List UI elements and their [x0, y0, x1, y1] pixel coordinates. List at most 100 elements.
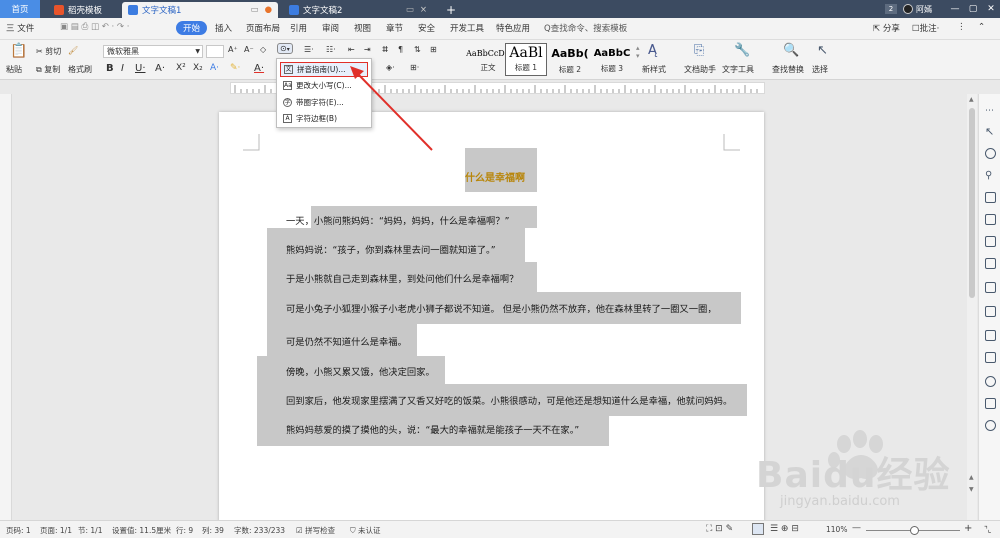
menu-item-change-case[interactable]: Aa 更改大小写(C)... [280, 78, 368, 93]
share-icon[interactable] [985, 398, 996, 409]
tab-home[interactable]: 首页 [0, 0, 40, 18]
quick-access-icons[interactable]: ▣ ▤ ⎙ ◫ ↶ · ↷ · [60, 22, 129, 32]
menu-insert[interactable]: 插入 [215, 22, 232, 34]
grow-font-icon[interactable]: A⁺ [228, 45, 238, 54]
minimize-icon[interactable]: — [946, 4, 964, 14]
window-count-badge[interactable]: 2 [885, 4, 897, 14]
border-icon[interactable]: ⊞· [410, 63, 419, 72]
cursor-icon[interactable]: ↖ [817, 43, 828, 58]
tab-close-icon[interactable]: × [420, 5, 427, 15]
paragraph-line[interactable]: 可是小兔子小狐狸小猴子小老虎小狮子都说不知道。 但是小熊仍然不放弃，他在森林里转… [286, 301, 717, 315]
share-button[interactable]: ⇱ 分享 [873, 22, 900, 34]
help-icon[interactable] [985, 420, 996, 431]
status-word-count[interactable]: 字数: 233/233 [234, 525, 285, 536]
paragraph-line[interactable]: 傍晚，小熊又累又饿，他决定回家。 [286, 364, 435, 378]
slides-icon[interactable] [985, 330, 996, 341]
more-icon[interactable]: ⋮ [957, 22, 966, 32]
format-painter-icon[interactable]: 🖌 [68, 46, 78, 55]
text-effect-a-icon[interactable]: A· [210, 63, 219, 73]
clock-icon[interactable] [985, 376, 996, 387]
menu-file[interactable]: 三 文件 [6, 22, 34, 34]
doc-helper-icon[interactable]: ⎘ [694, 43, 704, 58]
view-mode-icons-2[interactable]: ☰ ⊕ ⊟ [770, 524, 799, 534]
format-painter-button[interactable]: 格式刷 [68, 64, 92, 75]
menu-chapter[interactable]: 章节 [386, 22, 403, 34]
clear-format-icon[interactable]: ◇ [260, 45, 266, 54]
paste-button[interactable]: 粘贴 [6, 64, 22, 75]
scroll-thumb[interactable] [969, 108, 975, 298]
sort-icon[interactable]: ⇅ [414, 45, 421, 54]
zoom-out-icon[interactable]: — [852, 523, 861, 533]
highlight-icon[interactable]: ✎· [230, 63, 240, 73]
vertical-ruler[interactable] [0, 94, 12, 520]
menu-special-apps[interactable]: 特色应用 [496, 22, 530, 34]
doc-helper-button[interactable]: 文档助手 [684, 64, 716, 75]
zoom-level[interactable]: 110% [826, 525, 847, 534]
tab-daoke-templates[interactable]: 稻壳模板 [48, 2, 118, 18]
document-title[interactable]: 什么是幸福啊 [465, 169, 525, 184]
menu-reference[interactable]: 引用 [290, 22, 307, 34]
close-window-icon[interactable]: ✕ [982, 4, 1000, 14]
paragraph-line[interactable]: 熊妈妈说：“孩子，你到森林里去问一圈就知道了。” [286, 242, 496, 256]
list-icon[interactable] [985, 236, 996, 247]
superscript-icon[interactable]: X² [176, 63, 186, 73]
status-page-count[interactable]: 页面: 1/1 [40, 525, 72, 536]
style-heading-3[interactable]: AaBbC 标题 3 [591, 43, 633, 76]
strikethrough-icon[interactable]: A· [155, 63, 165, 74]
paragraph-line[interactable]: 于是小熊就自己走到森林里，到处问他们什么是幸福啊？ [286, 271, 518, 285]
text-tools-button[interactable]: 文字工具 [722, 64, 754, 75]
subscript-icon[interactable]: X₂ [193, 63, 203, 73]
menu-start[interactable]: 开始 [176, 21, 208, 35]
status-page-number[interactable]: 页码: 1 [6, 525, 31, 536]
cut-button[interactable]: ✂ 剪切 [36, 46, 61, 57]
shrink-font-icon[interactable]: A⁻ [244, 45, 254, 54]
select-button[interactable]: 选择 [812, 64, 828, 75]
comment-icon[interactable] [985, 352, 996, 363]
wrench-icon[interactable]: 🔧 [734, 43, 750, 58]
layout-icon[interactable] [985, 214, 996, 225]
bullet-list-icon[interactable]: ☰· [304, 45, 314, 54]
new-style-icon[interactable]: Ą [648, 43, 657, 58]
status-position[interactable]: 设置值: 11.5厘米 [112, 525, 171, 536]
comment-button[interactable]: ☐批注· [912, 22, 939, 34]
menu-view[interactable]: 视图 [354, 22, 371, 34]
show-marks-icon[interactable]: ¶ [398, 45, 403, 54]
paragraph-line[interactable]: 可是仍然不知道什么是幸福。 [286, 334, 407, 348]
menu-page-layout[interactable]: 页面布局 [246, 22, 280, 34]
user-name[interactable]: 阿嫣 [916, 4, 932, 15]
menu-review[interactable]: 审阅 [322, 22, 339, 34]
menu-security[interactable]: 安全 [418, 22, 435, 34]
paragraph-line[interactable]: 回到家后，他发现家里摆满了又香又好吃的饭菜。小熊很感动，可是他还是想知道什么是幸… [286, 393, 732, 407]
image-icon[interactable] [985, 258, 996, 269]
page-view-icon[interactable] [752, 523, 764, 535]
menu-item-enclosed-char[interactable]: 字带圈字符(E)... [280, 95, 368, 110]
ruler-icon[interactable] [985, 306, 996, 317]
new-tab-button[interactable]: + [440, 2, 462, 18]
font-size-select[interactable] [206, 45, 224, 58]
document-page[interactable]: 什么是幸福啊 一天，小熊问熊妈妈：“妈妈，妈妈，什么是幸福啊？” 熊妈妈说：“孩… [219, 112, 764, 522]
style-heading-2[interactable]: AaBb(标题 2 [549, 43, 591, 76]
avatar[interactable] [903, 4, 913, 14]
indent-increase-icon[interactable]: ⇥ [364, 45, 371, 54]
font-name-select[interactable]: 微软雅黑 ▼ [103, 45, 203, 58]
zoom-in-icon[interactable]: + [964, 523, 972, 534]
style-heading-1[interactable]: AaBl 标题 1 [505, 43, 547, 76]
spell-check-button[interactable]: ☑ 拼写检查 [296, 525, 335, 536]
magnifier-icon[interactable]: 🔍 [783, 43, 799, 58]
auth-status[interactable]: ⛉ 未认证 [350, 525, 381, 536]
status-section[interactable]: 节: 1/1 [78, 525, 102, 536]
new-style-button[interactable]: 新样式 [642, 64, 666, 75]
status-column[interactable]: 列: 39 [202, 525, 224, 536]
indent-decrease-icon[interactable]: ⇤ [348, 45, 355, 54]
show-hide-icon[interactable]: ⊞ [430, 45, 437, 54]
menu-item-char-border[interactable]: A 字符边框(B) [280, 111, 368, 126]
fit-page-icon[interactable]: ⌝⌞ [984, 525, 992, 534]
italic-icon[interactable]: I [121, 63, 124, 74]
paragraph-line[interactable]: 熊妈妈慈爱的摸了摸他的头，说：“最大的幸福就是能孩子一天不在家。” [286, 422, 579, 436]
collapse-ribbon-icon[interactable]: ⌃ [978, 22, 985, 32]
numbered-list-icon[interactable]: ☷· [326, 45, 336, 54]
font-color-icon[interactable]: A· [254, 63, 264, 74]
paste-icon[interactable]: 📋 [10, 43, 27, 59]
menu-item-pinyin-guide[interactable]: 文拼音指南(U)... [280, 62, 368, 77]
shapes-icon[interactable] [985, 148, 996, 159]
